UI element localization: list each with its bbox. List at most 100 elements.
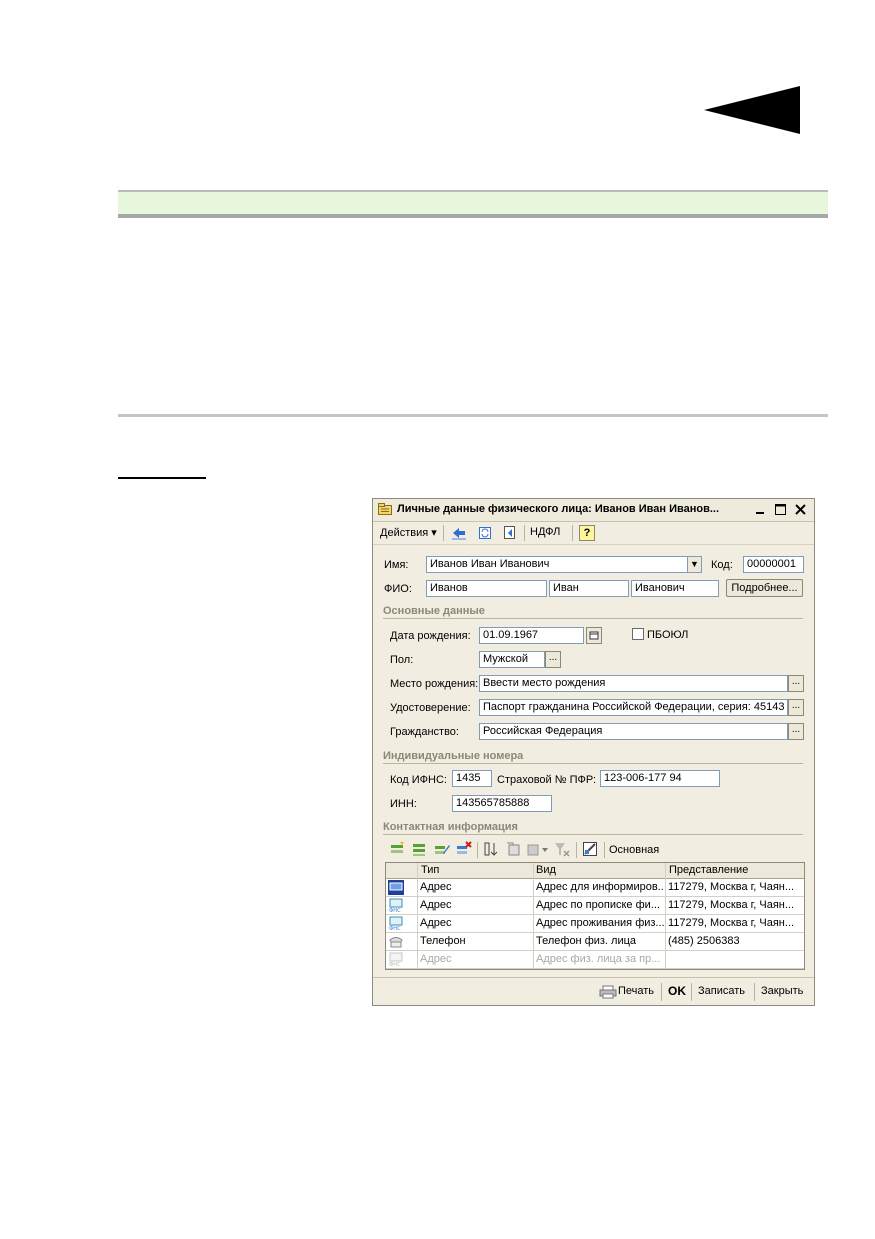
svg-text:ФНС: ФНС	[389, 926, 401, 931]
table-row[interactable]: Адрес Адрес для информиров... 117279, Мо…	[386, 879, 804, 897]
table-row[interactable]: Телефон Телефон физ. лица (485) 2506383	[386, 933, 804, 951]
birth-date-field[interactable]: 01.09.1967	[479, 627, 584, 644]
citizenship-label: Гражданство:	[390, 726, 459, 738]
table-row[interactable]: ФНС Адрес Адрес по прописке фи... 117279…	[386, 897, 804, 915]
toolbar-separator	[524, 525, 525, 541]
birthplace-select-button[interactable]: ...	[788, 675, 804, 692]
svg-text:ФНС: ФНС	[389, 962, 401, 967]
copy-row-icon[interactable]	[412, 841, 428, 857]
id-doc-select-button[interactable]: ...	[788, 699, 804, 716]
citizenship-field[interactable]: Российская Федерация	[479, 723, 788, 740]
gender-select-button[interactable]: ...	[545, 651, 561, 668]
fio-label: ФИО:	[384, 583, 412, 595]
toolbar-separator	[572, 525, 573, 541]
arrow-left-icon	[704, 86, 800, 134]
first-name-field[interactable]: Иван	[549, 580, 629, 597]
add-row-icon[interactable]	[390, 841, 406, 857]
details-button[interactable]: Подробнее...	[726, 579, 803, 597]
column-divider	[417, 863, 418, 969]
svg-text:ФНС: ФНС	[389, 908, 401, 913]
ifns-field[interactable]: 1435	[452, 770, 492, 787]
toolbar-separator	[754, 983, 755, 1001]
column-header-type[interactable]: Тип	[421, 864, 439, 876]
column-divider	[665, 863, 666, 969]
gender-label: Пол:	[390, 654, 414, 666]
table-row[interactable]: ФНС Адрес Адрес физ. лица за пр...	[386, 951, 804, 969]
citizenship-select-button[interactable]: ...	[788, 723, 804, 740]
birthplace-label: Место рождения:	[390, 678, 479, 690]
name-field[interactable]: Иванов Иван Иванович	[426, 556, 688, 573]
maximize-icon[interactable]	[773, 502, 788, 517]
cell-value: 117279, Москва г, Чаян...	[668, 881, 795, 893]
personal-data-window: Личные данные физического лица: Иванов И…	[372, 498, 815, 1006]
id-doc-field[interactable]: Паспорт гражданина Российской Федерации,…	[479, 699, 788, 716]
refresh-document-icon[interactable]	[477, 525, 493, 541]
close-icon[interactable]	[793, 502, 808, 517]
chevron-down-icon[interactable]: ▼	[687, 556, 702, 573]
calendar-icon[interactable]	[586, 627, 602, 644]
contact-info-section: Контактная информация	[383, 821, 803, 835]
set-primary-icon[interactable]	[582, 841, 598, 857]
filter-dropdown-icon[interactable]	[527, 841, 549, 857]
table-row[interactable]: ФНС Адрес Адрес проживания физ... 117279…	[386, 915, 804, 933]
actions-label: Действия	[380, 527, 429, 539]
toolbar-separator	[604, 842, 605, 858]
window-titlebar: Личные данные физического лица: Иванов И…	[373, 499, 814, 522]
minimize-icon[interactable]	[753, 502, 768, 517]
print-button[interactable]: Печать	[618, 985, 654, 997]
last-name-field[interactable]: Иванов	[426, 580, 547, 597]
pboyul-checkbox[interactable]	[632, 628, 644, 640]
ifns-label: Код ИФНС:	[390, 774, 447, 786]
inn-label: ИНН:	[390, 798, 417, 810]
birthplace-field[interactable]: Ввести место рождения	[479, 675, 788, 692]
basic-data-section: Основные данные	[383, 605, 803, 619]
address-icon: ФНС	[389, 952, 403, 967]
toolbar-separator	[661, 983, 662, 1001]
primary-button[interactable]: Основная	[609, 844, 659, 856]
cell-type: Телефон	[420, 935, 466, 947]
delete-row-icon[interactable]	[456, 841, 472, 857]
id-doc-label: Удостоверение:	[390, 702, 471, 714]
cell-type: Адрес	[420, 917, 452, 929]
save-button[interactable]: Записать	[698, 985, 745, 997]
column-header-value[interactable]: Представление	[669, 864, 748, 876]
move-row-icon[interactable]	[505, 841, 521, 857]
printer-icon[interactable]	[599, 985, 617, 999]
code-label: Код:	[711, 559, 733, 571]
edit-row-icon[interactable]	[434, 841, 450, 857]
column-header-kind[interactable]: Вид	[536, 864, 556, 876]
help-icon[interactable]: ?	[579, 525, 595, 541]
actions-menu[interactable]: Действия ▾	[380, 526, 437, 539]
cell-kind: Телефон физ. лица	[536, 935, 637, 947]
ok-button[interactable]: OK	[668, 984, 686, 998]
toolbar-separator	[477, 842, 478, 858]
folder-icon	[378, 503, 392, 515]
code-field[interactable]: 00000001	[743, 556, 804, 573]
middle-name-field[interactable]: Иванович	[631, 580, 719, 597]
window-toolbar: Действия ▾ НДФЛ ?	[373, 522, 814, 545]
individual-numbers-section: Индивидуальные номера	[383, 750, 803, 764]
address-icon: ФНС	[389, 916, 403, 931]
sort-icon[interactable]	[483, 841, 499, 857]
window-title: Личные данные физического лица: Иванов И…	[397, 503, 720, 515]
pfr-label: Страховой № ПФР:	[497, 774, 597, 786]
toolbar-separator	[691, 983, 692, 1001]
heading-underline	[118, 477, 206, 479]
address-icon: ФНС	[389, 898, 403, 913]
name-label: Имя:	[384, 559, 409, 571]
horizontal-divider	[118, 414, 828, 417]
close-button[interactable]: Закрыть	[761, 985, 803, 997]
window-bottom-bar: Печать OK Записать Закрыть	[373, 977, 814, 1006]
toolbar-separator	[443, 525, 444, 541]
inn-field[interactable]: 143565785888	[452, 795, 552, 812]
pfr-field[interactable]: 123-006-177 94	[600, 770, 720, 787]
gender-field[interactable]: Мужской	[479, 651, 545, 668]
clear-filter-icon[interactable]	[554, 841, 570, 857]
cell-type: Адрес	[420, 899, 452, 911]
sync-document-icon[interactable]	[502, 525, 518, 541]
cell-type: Адрес	[420, 953, 452, 965]
ndfl-button[interactable]: НДФЛ	[530, 526, 560, 538]
birth-date-label: Дата рождения:	[390, 630, 471, 642]
grid-header: Тип Вид Представление	[386, 863, 804, 879]
back-arrow-icon[interactable]	[451, 525, 467, 541]
